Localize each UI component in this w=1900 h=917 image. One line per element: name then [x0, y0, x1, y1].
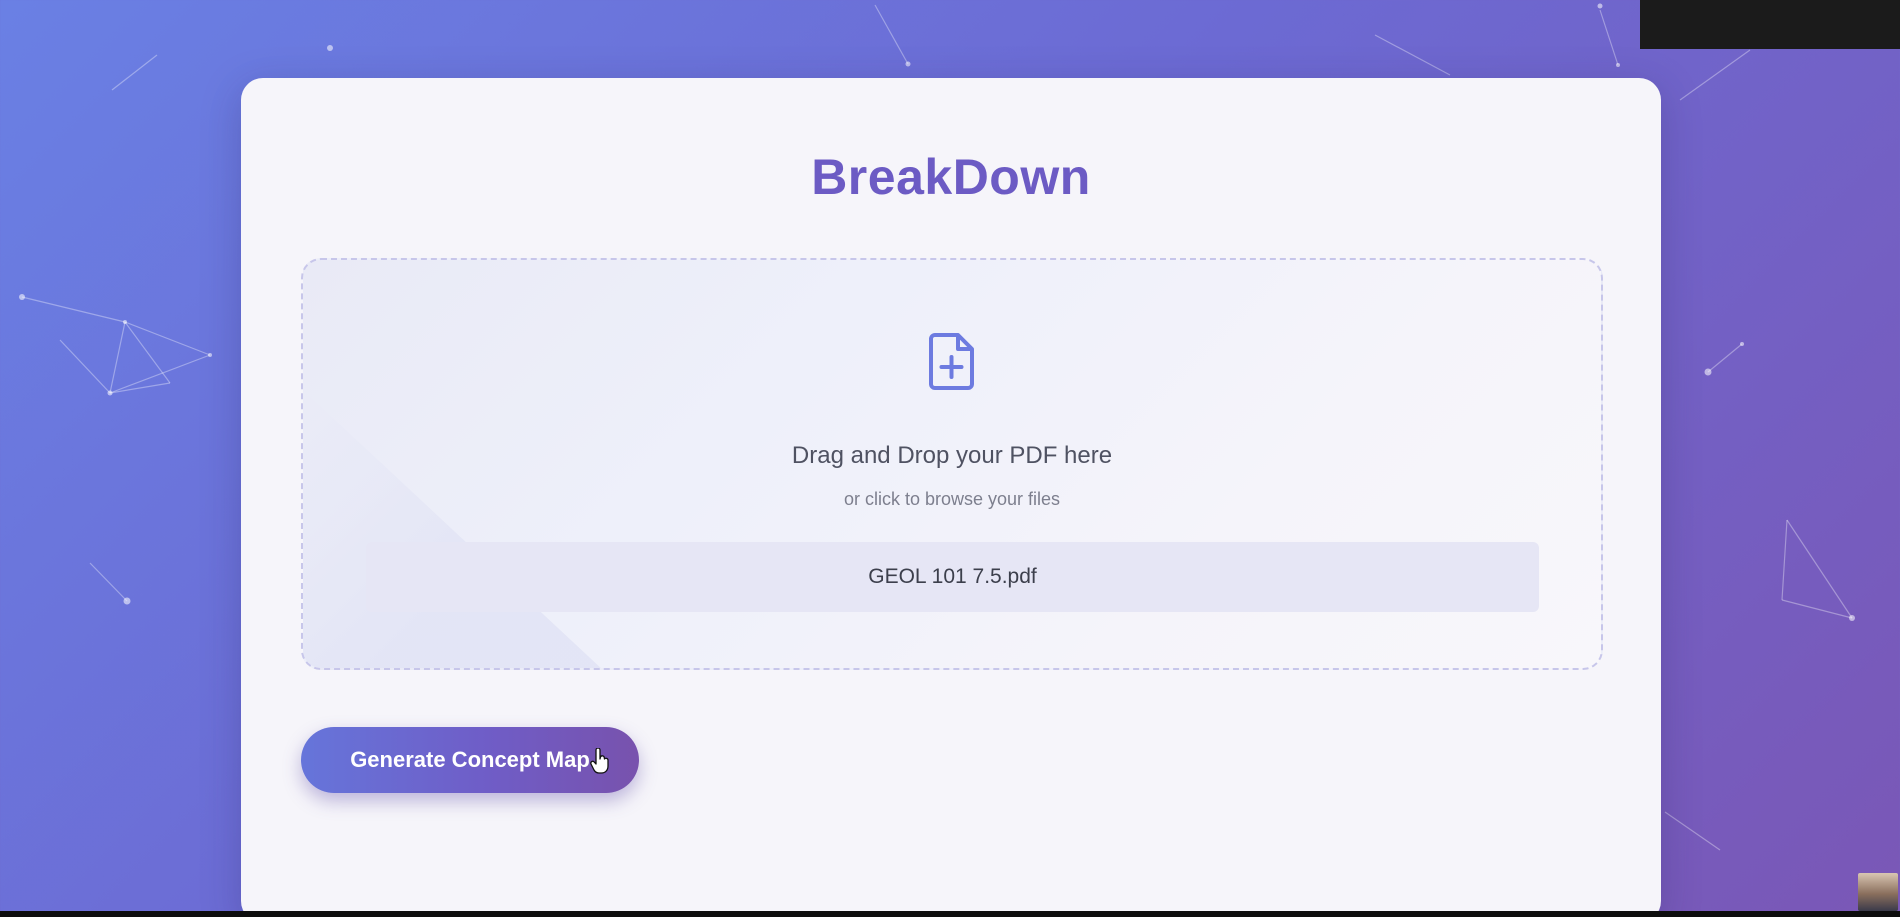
webcam-thumbnail	[1858, 873, 1898, 911]
dropzone-shading	[303, 390, 603, 668]
generate-button-label: Generate Concept Map	[350, 747, 590, 772]
hand-pointer-cursor-icon	[590, 748, 609, 774]
upload-card: BreakDown Drag and Drop your PDF here or…	[241, 78, 1661, 917]
top-right-overlay-box	[1640, 0, 1900, 49]
pdf-dropzone[interactable]: Drag and Drop your PDF here or click to …	[301, 258, 1603, 670]
selected-file: GEOL 101 7.5.pdf	[366, 542, 1539, 612]
bottom-black-bar	[0, 911, 1900, 917]
file-plus-icon	[929, 333, 974, 390]
generate-concept-map-button[interactable]: Generate Concept Map	[301, 727, 639, 793]
dropzone-browse-hint: or click to browse your files	[843, 489, 1061, 509]
app-title: BreakDown	[811, 149, 1091, 205]
dropzone-instruction: Drag and Drop your PDF here	[791, 442, 1113, 469]
selected-file-name: GEOL 101 7.5.pdf	[868, 565, 1037, 588]
